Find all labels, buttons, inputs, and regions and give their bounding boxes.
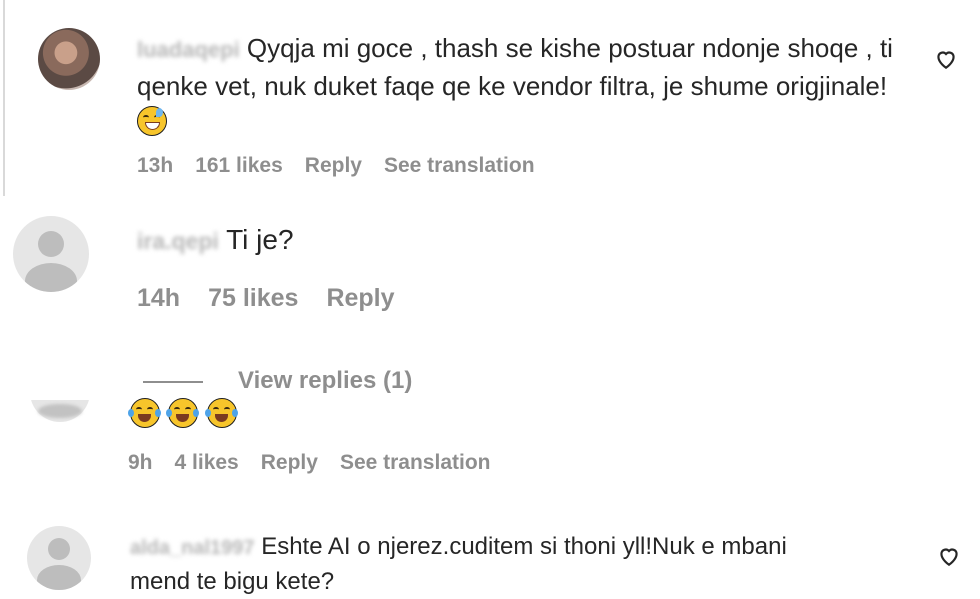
reply-button[interactable]: Reply (305, 154, 362, 177)
avatar[interactable] (13, 216, 89, 292)
view-replies-button[interactable]: View replies (1) (238, 367, 412, 395)
comment-body: alda_nal1997 Eshte AI o njerez.cuditem s… (130, 530, 850, 598)
heart-outline-icon[interactable] (936, 543, 962, 569)
avatar[interactable] (27, 526, 91, 590)
thread-line (3, 0, 5, 196)
reply-button[interactable]: Reply (326, 284, 394, 312)
avatar[interactable] (30, 400, 90, 422)
avatar[interactable] (38, 28, 100, 90)
sweat-smile-emoji (137, 106, 167, 136)
see-translation-button[interactable]: See translation (384, 154, 535, 177)
likes-count[interactable]: 75 likes (208, 284, 298, 312)
likes-count[interactable]: 161 likes (195, 154, 283, 177)
comment-meta: 13h 161 likes Reply See translation (137, 154, 557, 178)
tears-of-joy-emoji (166, 398, 200, 428)
comment-body (128, 398, 241, 428)
comment-body: luadaqepi Qyqja mi goce , thash se kishe… (137, 30, 897, 140)
timestamp: 13h (137, 154, 174, 177)
username[interactable]: ira.qepi (137, 228, 219, 254)
username[interactable]: luadaqepi (137, 37, 240, 62)
timestamp: 14h (137, 284, 181, 312)
comment-meta: 9h 4 likes Reply See translation (128, 451, 513, 475)
timestamp: 9h (128, 451, 153, 474)
tears-of-joy-emoji (204, 398, 238, 428)
replies-divider (143, 381, 203, 383)
tears-of-joy-emoji (128, 398, 161, 428)
comment-text: Qyqja mi goce , thash se kishe postuar n… (137, 33, 893, 101)
heart-outline-icon[interactable] (933, 46, 959, 72)
comment-meta: 14h 75 likes Reply (137, 284, 417, 313)
likes-count[interactable]: 4 likes (175, 451, 239, 474)
see-translation-button[interactable]: See translation (340, 451, 491, 474)
reply-button[interactable]: Reply (261, 451, 318, 474)
username[interactable]: alda_nal1997 (130, 537, 255, 559)
comment-body: ira.qepi Ti je? (137, 222, 294, 259)
comment-text: Ti je? (226, 224, 294, 255)
